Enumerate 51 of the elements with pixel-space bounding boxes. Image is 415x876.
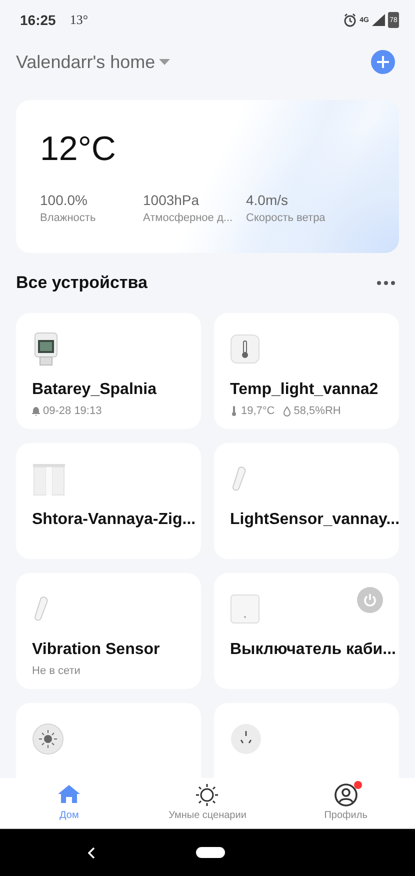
stat-label: Скорость ветра (246, 212, 326, 224)
sensor-icon (230, 466, 248, 492)
bell-icon (32, 406, 40, 416)
device-name: Batarey_Spalnia (32, 381, 157, 399)
thermometer-sensor-icon (230, 334, 260, 364)
device-card[interactable]: LightSensor_vannay... (214, 443, 399, 559)
device-card[interactable]: Batarey_Spalnia 09-28 19:13 (16, 313, 201, 429)
tab[interactable]: Профиль (276, 778, 415, 828)
device-name: LightSensor_vannay... (230, 511, 400, 529)
device-name: Temp_light_vanna2 (230, 381, 378, 399)
device-reading: 58,5%RH (294, 405, 341, 417)
round-device-icon (230, 723, 262, 755)
device-card[interactable]: Выключатель каби... (214, 573, 399, 689)
sun-icon (195, 783, 220, 807)
device-card[interactable]: Vibration Sensor Не в сети (16, 573, 201, 689)
device-name: Выключатель каби... (230, 641, 396, 659)
clock-time: 16:25 (20, 12, 56, 28)
device-card[interactable]: Shtora-Vannaya-Zig... (16, 443, 201, 559)
device-name: Shtora-Vannaya-Zig... (32, 511, 196, 529)
stat-value: 4.0m/s (246, 192, 290, 208)
section-title: Все устройства (16, 273, 148, 293)
back-button[interactable] (88, 846, 96, 858)
stat-value: 100.0% (40, 192, 88, 208)
stat-label: Влажность (40, 212, 97, 224)
temperature-reading: 12°C (40, 130, 116, 169)
home-button[interactable] (196, 847, 225, 858)
thermostat-icon (32, 331, 60, 367)
power-icon (363, 593, 377, 607)
tab[interactable]: Умные сценарии (138, 778, 277, 828)
device-reading: 09-28 19:13 (43, 405, 102, 417)
thermometer-icon (230, 406, 238, 416)
curtain-icon (32, 462, 66, 496)
alarm-icon (342, 13, 357, 27)
sensor-icon (32, 596, 50, 622)
home-selector[interactable]: Valendarr's home (16, 52, 170, 72)
hub-icon (230, 594, 260, 624)
profile-icon (334, 783, 358, 807)
device-card[interactable]: Temp_light_vanna2 19,7°C 58,5%RH (214, 313, 399, 429)
plus-icon (377, 56, 389, 68)
sun-light-icon (32, 723, 64, 755)
device-reading: 19,7°C (241, 405, 275, 417)
device-name: Vibration Sensor (32, 641, 160, 659)
offline-status: Не в сети (32, 665, 80, 677)
stat-value: 1003hPa (143, 192, 200, 208)
water-drop-icon (282, 406, 291, 416)
weather-status: 13° (70, 12, 88, 28)
stat-label: Атмосферное д... (143, 212, 234, 224)
power-button[interactable] (357, 587, 383, 613)
dropdown-caret-icon (159, 58, 170, 66)
add-button[interactable] (371, 50, 395, 74)
signal-icon (372, 13, 385, 27)
